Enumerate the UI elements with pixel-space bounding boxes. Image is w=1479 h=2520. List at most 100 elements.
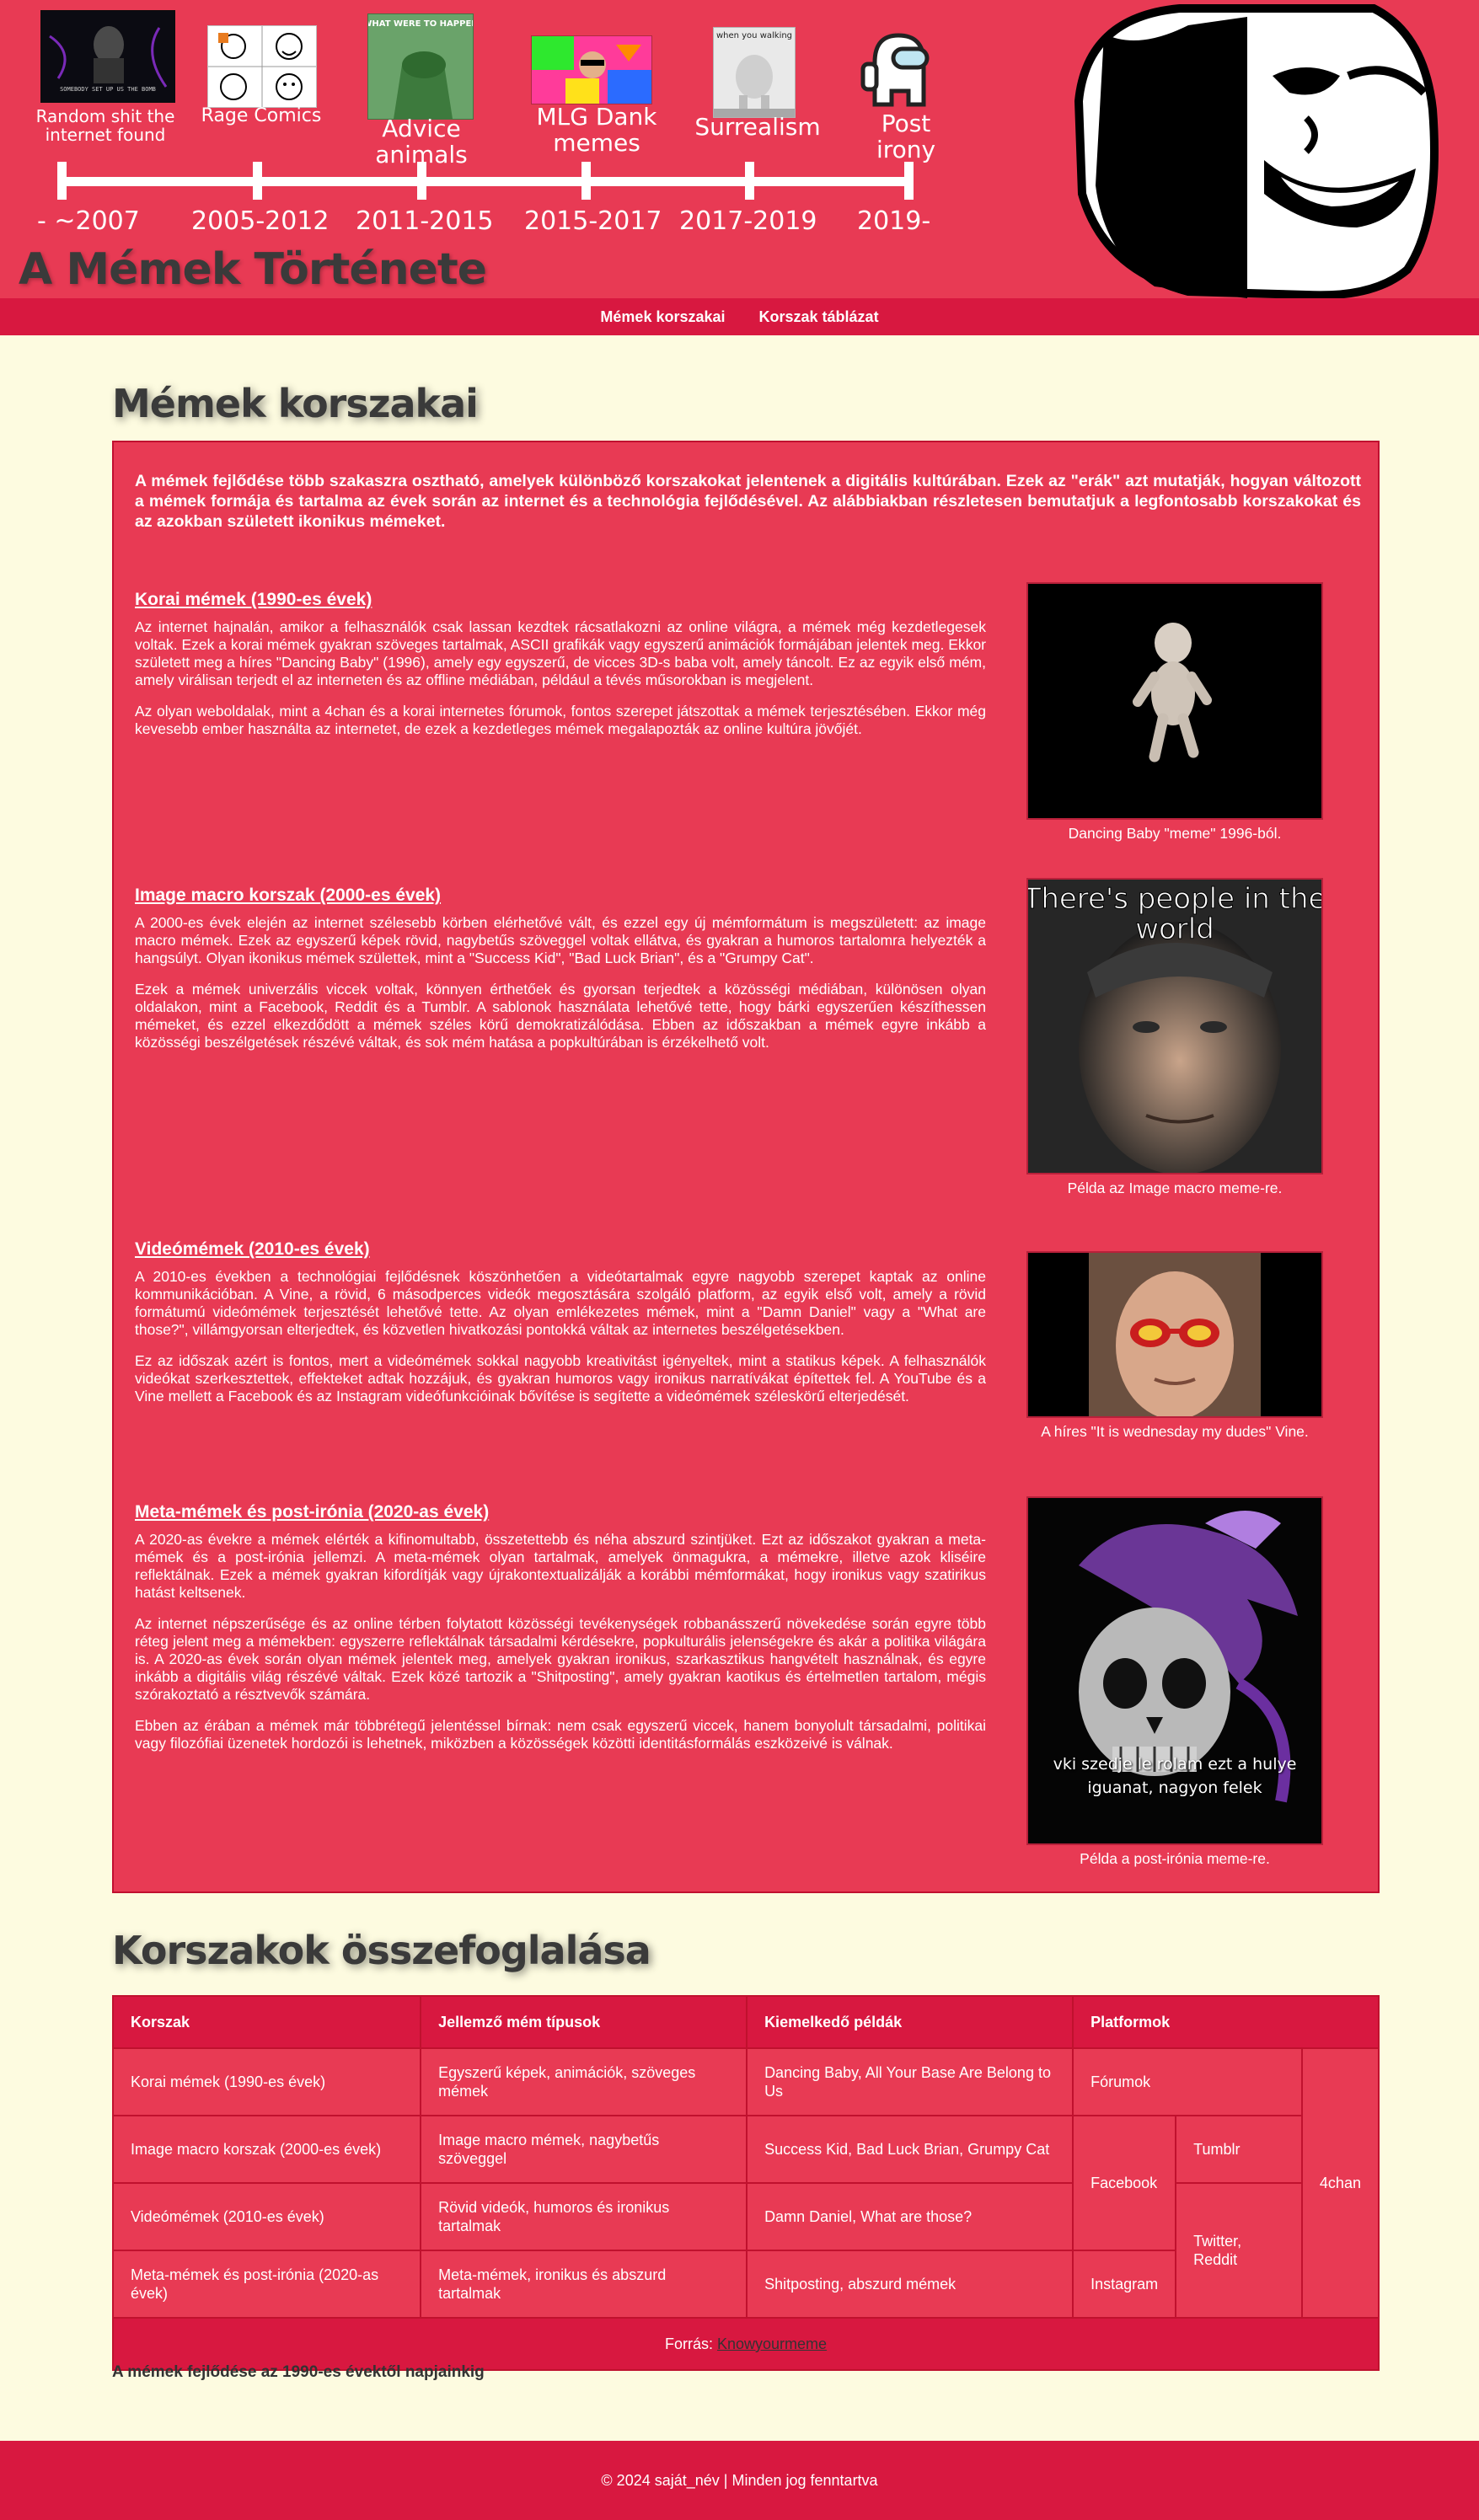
- summary-table: Korszak Jellemző mém típusok Kiemelkedő …: [111, 1995, 1380, 2371]
- column-header: Platformok: [1072, 1995, 1380, 2049]
- trollface-image: [1074, 4, 1439, 298]
- svg-text:There's people in the: There's people in the: [1028, 882, 1321, 916]
- cell-platform: Fórumok: [1072, 2047, 1303, 2116]
- cell-platform: Twitter, Reddit: [1175, 2182, 1303, 2319]
- timeline-year: 2011-2015: [356, 206, 494, 236]
- table-header-row: Korszak Jellemző mém típusok Kiemelkedő …: [111, 1995, 1380, 2049]
- timeline-label-advice: Advice animals: [375, 115, 468, 169]
- summary-section-title: Korszakok összefoglalása: [112, 1928, 651, 1973]
- timeline-tick: [253, 162, 262, 200]
- timeline-bar: [57, 177, 914, 186]
- timeline-label-post-irony: Post irony: [876, 110, 936, 163]
- cell-platform: 4chan: [1300, 2047, 1380, 2319]
- era-heading: Videómémek (2010-es évek): [135, 1239, 370, 1259]
- cell-types: Image macro mémek, nagybetűs szöveggel: [420, 2115, 748, 2184]
- figure-image-macro: There's people in the world Példa az Ima…: [1026, 878, 1323, 1197]
- figure-caption: Dancing Baby "meme" 1996-ból.: [1068, 825, 1282, 842]
- timeline-year: 2017-2019: [679, 206, 817, 236]
- figure-caption: Példa a post-irónia meme-re.: [1080, 1850, 1270, 1867]
- era-paragraph: Az internet népszerűsége és az online té…: [135, 1615, 986, 1703]
- cell-platform: Tumblr: [1175, 2115, 1303, 2184]
- timeline-tick: [57, 162, 67, 200]
- page-footer: © 2024 saját_név | Minden jog fenntartva: [0, 2441, 1479, 2520]
- era-early: Korai mémek (1990-es évek) Az internet h…: [135, 590, 986, 752]
- post-irony-image: vki szedje le rolam ezt a hulye iguanat,…: [1026, 1496, 1323, 1845]
- cell-examples: Success Kid, Bad Luck Brian, Grumpy Cat: [746, 2115, 1074, 2184]
- era-meta: Meta-mémek és post-irónia (2020-as évek)…: [135, 1502, 986, 1766]
- cell-types: Meta-mémek, ironikus és abszurd tartalma…: [420, 2250, 748, 2319]
- era-heading: Korai mémek (1990-es évek): [135, 590, 372, 609]
- figure-dancing-baby: Dancing Baby "meme" 1996-ból.: [1026, 582, 1323, 843]
- table-caption: A mémek fejlődése az 1990-es évektől nap…: [112, 2363, 485, 2381]
- era-paragraph: Az internet hajnalán, amikor a felhaszná…: [135, 618, 986, 688]
- svg-text:SOMEBODY SET UP US THE BOMB: SOMEBODY SET UP US THE BOMB: [60, 86, 156, 93]
- cell-examples: Shitposting, abszurd mémek: [746, 2250, 1074, 2319]
- wednesday-vine-image: [1026, 1251, 1323, 1418]
- svg-text:WHAT WERE TO HAPPEN: WHAT WERE TO HAPPEN: [368, 19, 473, 29]
- table-row: Image macro korszak (2000-es évek) Image…: [111, 2115, 1379, 2251]
- timeline-year: - ~2007: [37, 206, 140, 236]
- column-header: Korszak: [111, 1995, 422, 2049]
- random-shit-thumbnail: SOMEBODY SET UP US THE BOMB: [40, 10, 175, 103]
- cell-era: Korai mémek (1990-es évek): [111, 2047, 422, 2116]
- footer-text: © 2024 saját_név | Minden jog fenntartva: [601, 2471, 878, 2489]
- eras-box: A mémek fejlődése több szakaszra oszthat…: [112, 441, 1380, 1893]
- table-footer-row: Forrás: Knowyourmeme: [112, 2317, 1380, 2371]
- figure-wednesday-vine: A híres "It is wednesday my dudes" Vine.: [1026, 1251, 1323, 1441]
- table-row: Videómémek (2010-es évek) Rövid videók, …: [111, 2182, 1379, 2319]
- figure-caption: A híres "It is wednesday my dudes" Vine.: [1041, 1423, 1309, 1440]
- svg-text:when you walking: when you walking: [716, 31, 792, 40]
- era-paragraph: Ezek a mémek univerzális viccek voltak, …: [135, 981, 986, 1051]
- cell-examples: Dancing Baby, All Your Base Are Belong t…: [746, 2047, 1074, 2116]
- mlg-thumbnail: [531, 35, 652, 104]
- image-macro-example: There's people in the world: [1026, 878, 1323, 1174]
- advice-animals-thumbnail: WHAT WERE TO HAPPEN: [362, 13, 479, 120]
- post-irony-thumbnail: [856, 29, 932, 113]
- cell-era: Videómémek (2010-es évek): [111, 2182, 422, 2251]
- figure-post-irony: vki szedje le rolam ezt a hulye iguanat,…: [1026, 1496, 1323, 1868]
- eras-intro: A mémek fejlődése több szakaszra oszthat…: [135, 472, 1361, 531]
- cell-platform: Instagram: [1072, 2250, 1177, 2319]
- site-title: A Mémek Története: [19, 244, 487, 295]
- post-irony-image-text: vki szedje le rolam ezt a hulye iguanat,…: [1053, 1755, 1297, 1797]
- timeline-label-random: Random shit the internet found: [35, 106, 175, 145]
- figure-caption: Példa az Image macro meme-re.: [1067, 1180, 1283, 1196]
- table-source: Forrás: Knowyourmeme: [112, 2317, 1380, 2371]
- timeline-tick: [904, 162, 914, 200]
- era-image-macro: Image macro korszak (2000-es évek) A 200…: [135, 885, 986, 1065]
- source-label: Forrás:: [664, 2335, 713, 2352]
- cell-era: Image macro korszak (2000-es évek): [111, 2115, 422, 2184]
- era-heading: Meta-mémek és post-irónia (2020-as évek): [135, 1502, 490, 1522]
- column-header: Jellemző mém típusok: [420, 1995, 748, 2049]
- cell-era: Meta-mémek és post-irónia (2020-as évek): [111, 2250, 422, 2319]
- era-paragraph: Ebben az érában a mémek már többrétegű j…: [135, 1717, 986, 1752]
- era-heading: Image macro korszak (2000-es évek): [135, 885, 442, 905]
- cell-examples: Damn Daniel, What are those?: [746, 2182, 1074, 2251]
- cell-types: Egyszerű képek, animációk, szöveges méme…: [420, 2047, 748, 2116]
- timeline-year: 2019-: [857, 206, 931, 236]
- cell-platform: Facebook: [1072, 2115, 1177, 2251]
- timeline-tick: [745, 162, 754, 200]
- timeline-label-mlg: MLG Dank memes: [536, 103, 657, 157]
- era-paragraph: Az olyan weboldalak, mint a 4chan és a k…: [135, 703, 986, 737]
- cell-types: Rövid videók, humoros és ironikus tartal…: [420, 2182, 748, 2251]
- rage-comics-thumbnail: [207, 25, 317, 108]
- main-nav: Mémek korszakai Korszak táblázat: [0, 298, 1479, 335]
- era-paragraph: A 2000-es évek elején az internet széles…: [135, 914, 986, 966]
- column-header: Kiemelkedő példák: [746, 1995, 1074, 2049]
- timeline-label-rage: Rage Comics: [201, 105, 322, 126]
- era-paragraph: Ez az időszak azért is fontos, mert a vi…: [135, 1352, 986, 1404]
- timeline-year: 2015-2017: [524, 206, 662, 236]
- era-video: Videómémek (2010-es évek) A 2010-es évek…: [135, 1239, 986, 1419]
- surrealism-thumbnail: when you walking: [713, 27, 796, 118]
- era-paragraph: A 2020-as évekre a mémek elérték a kifin…: [135, 1531, 986, 1601]
- timeline-year: 2005-2012: [191, 206, 330, 236]
- table-row: Korai mémek (1990-es évek) Egyszerű képe…: [111, 2047, 1380, 2319]
- timeline-label-surrealism: Surrealism: [694, 113, 821, 141]
- source-link[interactable]: Knowyourmeme: [717, 2335, 827, 2352]
- dancing-baby-image: [1026, 582, 1323, 820]
- nav-link-table[interactable]: Korszak táblázat: [759, 308, 879, 326]
- eras-section-title: Mémek korszakai: [112, 381, 479, 426]
- nav-link-eras[interactable]: Mémek korszakai: [600, 308, 725, 326]
- timeline-tick: [581, 162, 591, 200]
